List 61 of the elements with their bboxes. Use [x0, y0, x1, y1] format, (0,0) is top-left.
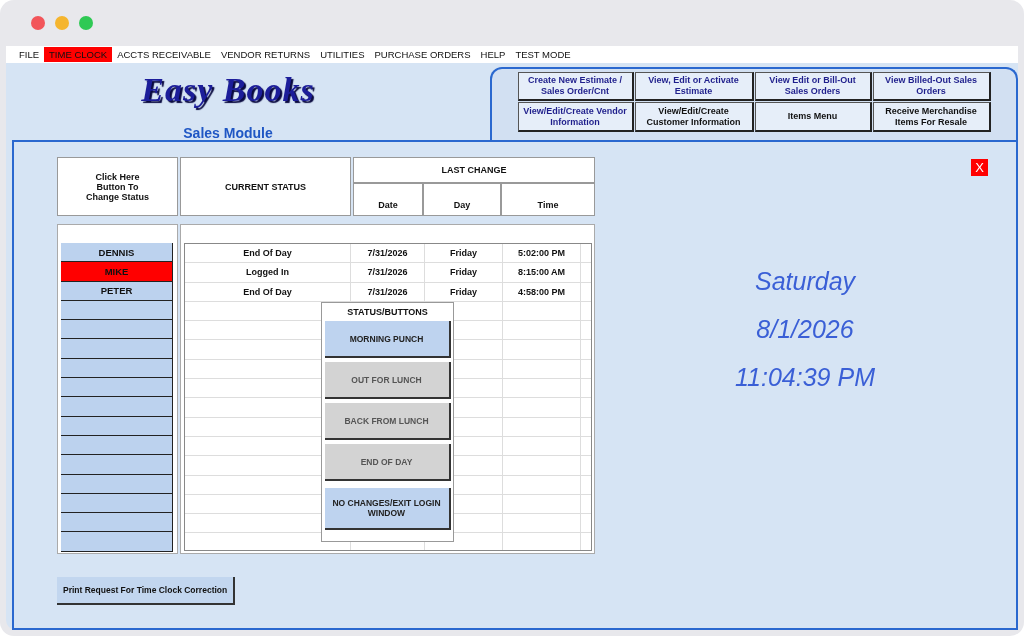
- nav-button[interactable]: Receive Merchandise Items For Resale: [872, 102, 991, 132]
- nav-button[interactable]: View/Edit/Create Customer Information: [634, 102, 754, 132]
- column-header: Time: [501, 183, 595, 216]
- employee-button[interactable]: [61, 416, 173, 436]
- nav-button[interactable]: Items Menu: [754, 102, 872, 132]
- table-cell: Friday: [425, 244, 503, 263]
- employee-button[interactable]: [61, 455, 173, 475]
- table-cell: 8:15:00 AM: [503, 263, 581, 282]
- table-cell: End Of Day: [185, 244, 351, 263]
- employee-button[interactable]: [61, 320, 173, 340]
- table-cell: 4:58:00 PM: [503, 282, 581, 301]
- employee-button[interactable]: DENNIS: [61, 243, 173, 263]
- table-cell: 5:02:00 PM: [503, 244, 581, 263]
- menu-item[interactable]: VENDOR RETURNS: [215, 47, 316, 62]
- column-header: Day: [423, 183, 501, 216]
- nav-button[interactable]: Create New Estimate / Sales Order/Cnt: [517, 72, 634, 101]
- employee-button[interactable]: [61, 474, 173, 494]
- clock-date: 8/1/2026: [756, 315, 854, 344]
- column-header: CURRENT STATUS: [180, 157, 351, 216]
- close-button[interactable]: X: [971, 159, 988, 176]
- employee-button[interactable]: PETER: [61, 281, 173, 301]
- table-cell: 7/31/2026: [351, 282, 425, 301]
- column-header: Click Here Button To Change Status: [57, 157, 178, 216]
- clock-time: 11:04:39 PM: [735, 363, 875, 392]
- employee-button[interactable]: [61, 493, 173, 514]
- nav-button[interactable]: View, Edit or Activate Estimate: [634, 72, 754, 101]
- table-cell: End Of Day: [185, 282, 351, 301]
- clock-day: Saturday: [754, 267, 856, 296]
- column-header: Date: [353, 183, 423, 216]
- table-cell: Logged In: [185, 263, 351, 282]
- menu-item[interactable]: TEST MODE: [510, 47, 576, 62]
- table-cell: 7/31/2026: [351, 244, 425, 263]
- employee-button[interactable]: MIKE: [61, 262, 173, 282]
- print-button[interactable]: Print Request For Time Clock Correction: [57, 577, 236, 605]
- nav-button[interactable]: View Billed-Out Sales Orders: [872, 72, 991, 101]
- logo: Easy Books: [141, 71, 315, 109]
- module-title: Sales Module: [182, 125, 274, 142]
- menu-item[interactable]: HELP: [475, 47, 511, 62]
- table-cell: 7/31/2026: [351, 263, 425, 282]
- close-window-icon[interactable]: [31, 16, 45, 30]
- dialog-title: STATUS/BUTTONS: [347, 307, 428, 317]
- menu-item[interactable]: ACCTS RECEIVABLE: [112, 47, 216, 62]
- employee-button[interactable]: [61, 532, 173, 552]
- table-cell: Friday: [425, 263, 503, 282]
- table-cell: Friday: [425, 282, 503, 301]
- employee-button[interactable]: [61, 339, 173, 359]
- nav-button[interactable]: View Edit or Bill-Out Sales Orders: [754, 72, 872, 101]
- menu-item[interactable]: FILE: [14, 47, 45, 62]
- nav-button[interactable]: View/Edit/Create Vendor Information: [517, 102, 634, 132]
- menu-item[interactable]: UTILITIES: [315, 47, 370, 62]
- menu-item[interactable]: PURCHASE ORDERS: [369, 47, 476, 62]
- status-button[interactable]: NO CHANGES/EXIT LOGIN WINDOW: [324, 488, 451, 530]
- menu-item[interactable]: TIME CLOCK: [44, 47, 113, 62]
- employee-button[interactable]: [61, 378, 173, 398]
- column-header: LAST CHANGE: [353, 157, 595, 183]
- employee-button[interactable]: [61, 513, 173, 533]
- status-button[interactable]: MORNING PUNCH: [324, 321, 451, 358]
- employee-button[interactable]: [61, 358, 173, 379]
- employee-button[interactable]: [61, 435, 173, 456]
- employee-button[interactable]: [61, 300, 173, 321]
- employee-button[interactable]: [61, 397, 173, 417]
